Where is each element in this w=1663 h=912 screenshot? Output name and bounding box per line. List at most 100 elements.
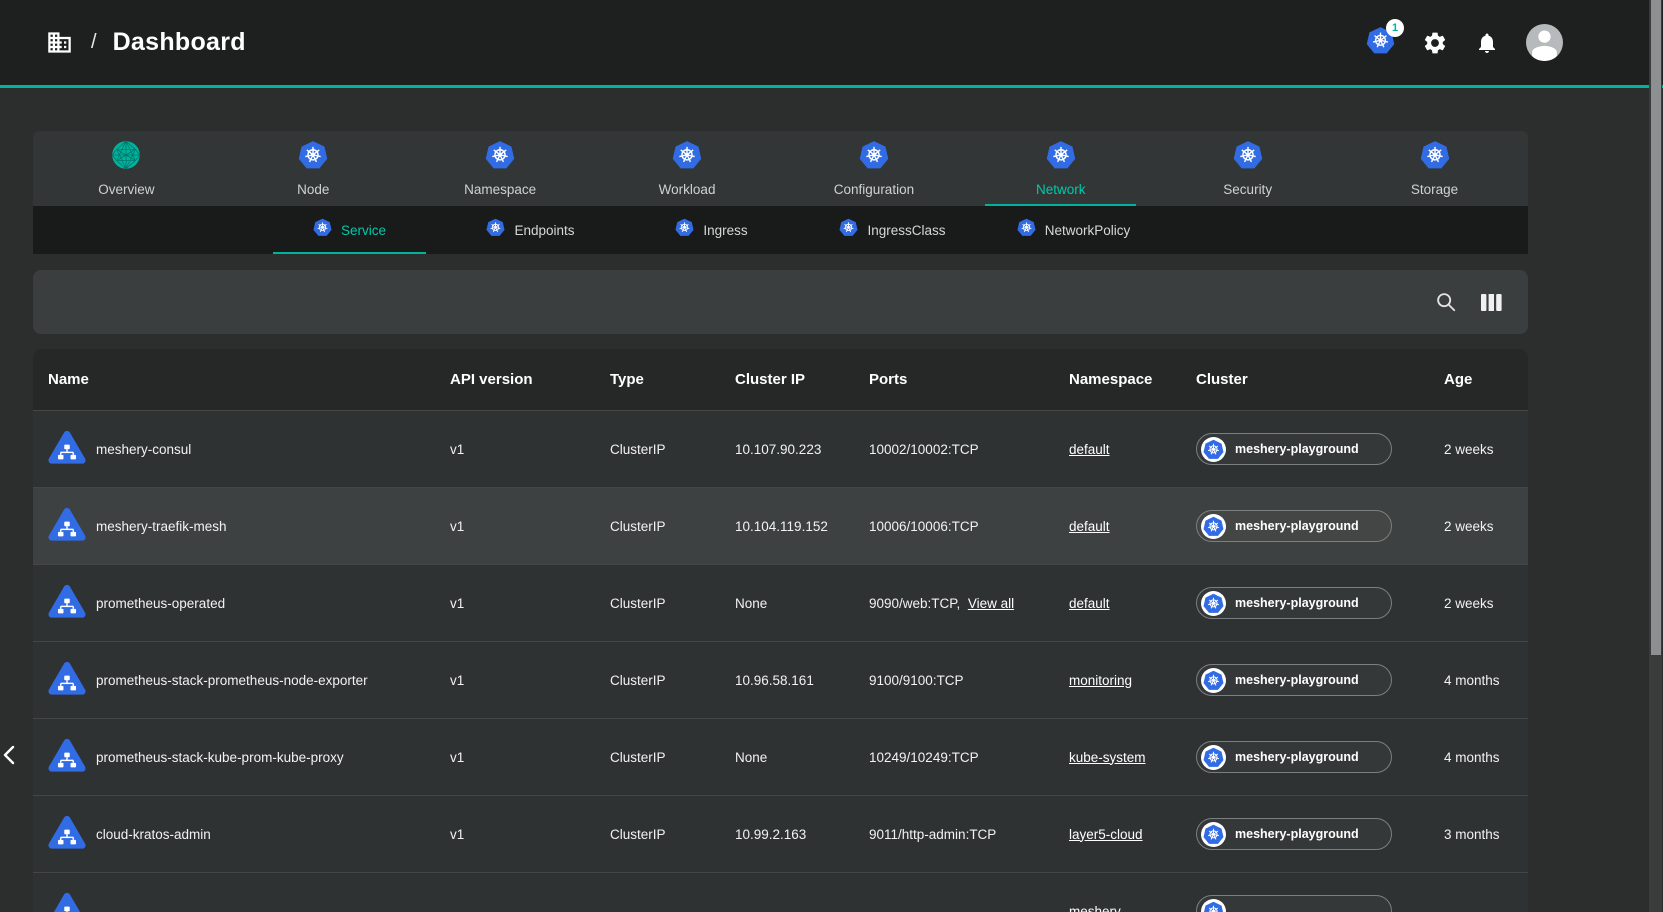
app-header: / Dashboard 1	[0, 0, 1663, 88]
age-cell: 2 weeks	[1444, 519, 1528, 534]
subtab-endpoints[interactable]: Endpoints	[440, 206, 621, 254]
search-icon[interactable]	[1435, 291, 1457, 313]
view-columns-icon[interactable]	[1481, 293, 1502, 312]
type-cell: ClusterIP	[610, 673, 735, 688]
ports-cell: 10006/10006:TCP	[869, 519, 1069, 534]
settings-gear-icon[interactable]	[1422, 30, 1448, 56]
table-header-row: NameAPI versionTypeCluster IPPortsNamesp…	[33, 349, 1528, 411]
cluster-chip-label: meshery-playground	[1235, 442, 1359, 456]
column-header-cluster-ip[interactable]: Cluster IP	[735, 371, 869, 388]
service-icon	[48, 506, 86, 547]
namespace-link[interactable]: default	[1069, 442, 1110, 457]
namespace-link[interactable]: layer5-cloud	[1069, 827, 1143, 842]
tab-label: Network	[1036, 182, 1086, 197]
name-cell: prometheus-operated	[48, 583, 450, 624]
service-name: prometheus-stack-kube-prom-kube-proxy	[96, 750, 344, 765]
column-header-cluster[interactable]: Cluster	[1196, 371, 1444, 388]
tab-workload[interactable]: Workload	[594, 131, 781, 206]
cluster-cell: meshery-playground	[1196, 741, 1444, 773]
organization-building-icon[interactable]	[46, 29, 73, 56]
kubernetes-icon	[1201, 899, 1226, 912]
service-icon	[48, 814, 86, 855]
cluster-chip-label: meshery-playground	[1235, 827, 1359, 841]
ports-cell: 10002/10002:TCP	[869, 442, 1069, 457]
kubernetes-icon	[1201, 437, 1226, 462]
service-name: meshery-traefik-mesh	[96, 519, 227, 534]
tab-overview[interactable]: Overview	[33, 131, 220, 206]
cluster-chip[interactable]: meshery-playground	[1196, 433, 1392, 465]
table-row[interactable]: meshery-traefik-meshv1ClusterIP10.104.11…	[33, 488, 1528, 565]
tab-security[interactable]: Security	[1154, 131, 1341, 206]
cluster-chip[interactable]: meshery-playground	[1196, 741, 1392, 773]
cluster-chip[interactable]: meshery-playground	[1196, 510, 1392, 542]
table-row[interactable]: prometheus-operatedv1ClusterIPNone9090/w…	[33, 565, 1528, 642]
service-name: cloud-kratos-admin	[96, 827, 211, 842]
ports-cell: 9100/9100:TCP	[869, 673, 1069, 688]
column-header-type[interactable]: Type	[610, 371, 735, 388]
namespace-link[interactable]: default	[1069, 596, 1110, 611]
column-header-api-version[interactable]: API version	[450, 371, 610, 388]
collapse-panel-chevron-icon[interactable]	[1, 740, 17, 770]
service-icon	[48, 737, 86, 778]
cluster-ip-cell: 10.96.58.161	[735, 673, 869, 688]
api-version-cell: v1	[450, 750, 610, 765]
cluster-chip-label: meshery-playground	[1235, 673, 1359, 687]
service-icon	[48, 891, 86, 912]
subtab-ingress[interactable]: Ingress	[621, 206, 802, 254]
view-all-link[interactable]: View all	[968, 596, 1014, 611]
table-row[interactable]: meshery	[33, 873, 1528, 912]
namespace-cell: layer5-cloud	[1069, 827, 1196, 842]
type-cell: ClusterIP	[610, 750, 735, 765]
namespace-link[interactable]: meshery	[1069, 904, 1121, 912]
api-version-cell: v1	[450, 519, 610, 534]
kubernetes-icon	[1201, 745, 1226, 770]
subtab-service[interactable]: Service	[259, 206, 440, 254]
namespace-cell: default	[1069, 442, 1196, 457]
network-resource-subtabs: Service Endpoints IngressIngressClassNetwo…	[33, 206, 1528, 254]
scrollbar-thumb[interactable]	[1651, 0, 1661, 655]
table-row[interactable]: prometheus-stack-prometheus-node-exporte…	[33, 642, 1528, 719]
cluster-chip[interactable]	[1196, 895, 1392, 912]
namespace-link[interactable]: monitoring	[1069, 673, 1132, 688]
kubernetes-context-icon[interactable]: 1	[1366, 26, 1395, 60]
ports-cell: 9090/web:TCP, View all	[869, 596, 1069, 611]
tab-label: Workload	[659, 182, 716, 197]
name-cell: meshery-consul	[48, 429, 450, 470]
tab-storage[interactable]: Storage	[1341, 131, 1528, 206]
table-row[interactable]: meshery-consulv1ClusterIP10.107.90.22310…	[33, 411, 1528, 488]
column-header-name[interactable]: Name	[48, 371, 450, 388]
kubernetes-icon	[1420, 140, 1450, 175]
notifications-bell-icon[interactable]	[1475, 31, 1499, 55]
user-avatar[interactable]	[1526, 24, 1563, 61]
type-cell: ClusterIP	[610, 596, 735, 611]
tab-namespace[interactable]: Namespace	[407, 131, 594, 206]
tab-node[interactable]: Node	[220, 131, 407, 206]
page-title: Dashboard	[113, 28, 246, 57]
age-cell: 3 months	[1444, 827, 1528, 842]
ports-cell: 10249/10249:TCP	[869, 750, 1069, 765]
namespace-link[interactable]: default	[1069, 519, 1110, 534]
table-row[interactable]: cloud-kratos-adminv1ClusterIP10.99.2.163…	[33, 796, 1528, 873]
column-header-namespace[interactable]: Namespace	[1069, 371, 1196, 388]
name-cell: meshery-traefik-mesh	[48, 506, 450, 547]
tab-label: Namespace	[464, 182, 536, 197]
subtab-label: Endpoints	[514, 223, 574, 238]
api-version-cell: v1	[450, 442, 610, 457]
subtab-ingressclass[interactable]: IngressClass	[802, 206, 983, 254]
column-header-age[interactable]: Age	[1444, 371, 1528, 388]
cluster-chip[interactable]: meshery-playground	[1196, 587, 1392, 619]
namespace-link[interactable]: kube-system	[1069, 750, 1146, 765]
tab-label: Overview	[98, 182, 154, 197]
context-count-badge: 1	[1386, 19, 1404, 37]
tab-network[interactable]: Network	[967, 131, 1154, 206]
table-row[interactable]: prometheus-stack-kube-prom-kube-proxy v1C…	[33, 719, 1528, 796]
column-header-ports[interactable]: Ports	[869, 371, 1069, 388]
namespace-cell: default	[1069, 519, 1196, 534]
subtab-networkpolicy[interactable]: NetworkPolicy	[983, 206, 1164, 254]
cluster-chip-label: meshery-playground	[1235, 519, 1359, 533]
cluster-chip[interactable]: meshery-playground	[1196, 818, 1392, 850]
kubernetes-icon	[486, 218, 505, 242]
table-body: meshery-consulv1ClusterIP10.107.90.22310…	[33, 411, 1528, 912]
tab-configuration[interactable]: Configuration	[781, 131, 968, 206]
cluster-chip[interactable]: meshery-playground	[1196, 664, 1392, 696]
